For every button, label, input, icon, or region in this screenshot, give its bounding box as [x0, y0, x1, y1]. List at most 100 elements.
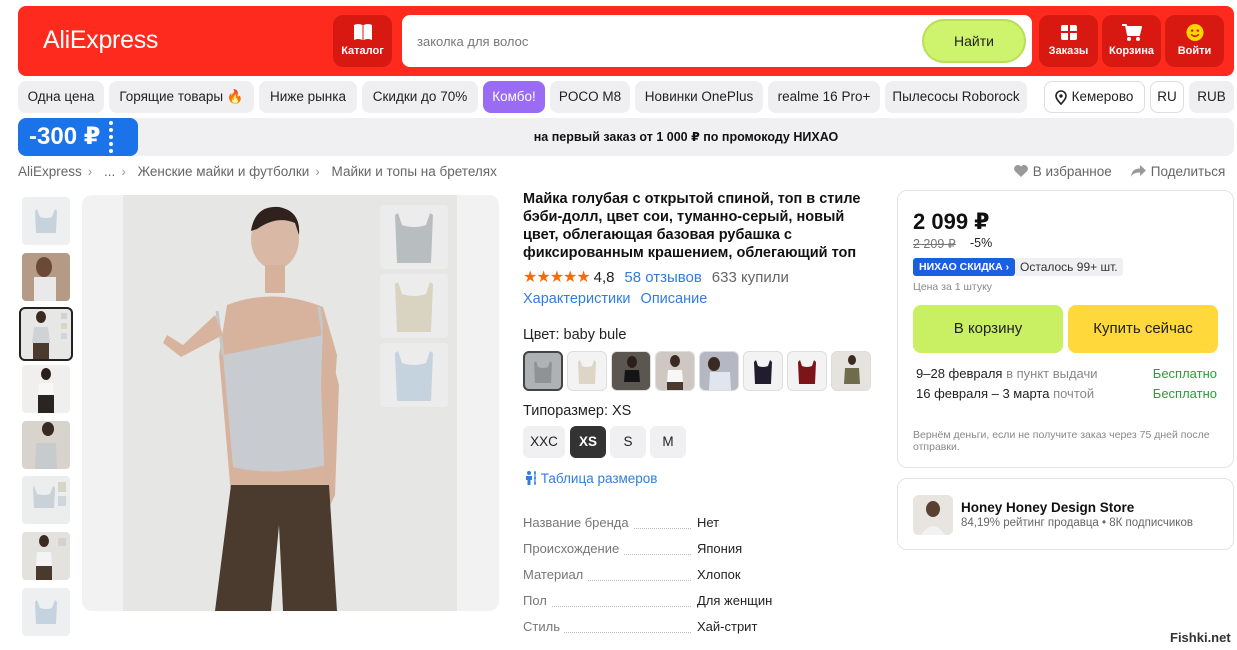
color-swatch[interactable]	[567, 351, 607, 391]
city-label: Кемерово	[1071, 89, 1134, 104]
chip-one-price[interactable]: Одна цена	[18, 81, 104, 113]
spec-value: Для женщин	[697, 593, 773, 608]
color-swatch[interactable]	[611, 351, 651, 391]
delivery-pickup-dates: 9–28 февраля	[916, 366, 1003, 381]
color-swatch[interactable]	[655, 351, 695, 391]
delivery-pickup: 9–28 февраля в пункт выдачи	[916, 366, 1098, 381]
delivery-pickup-price: Бесплатно	[1152, 366, 1217, 381]
store-avatar[interactable]	[913, 495, 953, 535]
promo-badge: -300 ₽	[18, 118, 138, 156]
size-option[interactable]: XXC	[523, 426, 565, 458]
size-option[interactable]: M	[650, 426, 686, 458]
gallery-thumbnail[interactable]	[22, 532, 70, 580]
favorite-button[interactable]: В избранное	[1013, 164, 1112, 179]
promo-text: на первый заказ от 1 000 ₽ по промокоду …	[533, 130, 839, 144]
book-icon	[353, 24, 372, 40]
product-title: Майка голубая с открытой спиной, топ в с…	[523, 191, 861, 261]
discount-percent: -5%	[970, 236, 993, 250]
size-table-label: Таблица размеров	[540, 471, 658, 486]
breadcrumb: AliExpress › ... › Женские майки и футболк…	[18, 164, 503, 179]
price-card: 2 099 ₽ 2 209 ₽ -5% НИХАО СКИДКА › Остал…	[897, 190, 1234, 468]
color-swatch[interactable]	[699, 351, 739, 391]
promo-banner[interactable]: -300 ₽ на первый заказ от 1 000 ₽ по про…	[18, 118, 1234, 156]
chevron-right-icon: ›	[315, 164, 320, 179]
color-preview-blue[interactable]	[380, 343, 448, 407]
delivery-post-price: Бесплатно	[1152, 386, 1217, 401]
spec-row: Стиль Хай-стрит	[523, 619, 863, 637]
chevron-right-icon: ›	[121, 164, 126, 179]
smile-icon	[1185, 23, 1204, 42]
store-card[interactable]: Honey Honey Design Store 84,19% рейтинг …	[897, 478, 1234, 550]
chip-hot-deals[interactable]: Горящие товары 🔥	[109, 81, 254, 113]
breadcrumb-item[interactable]: Женские майки и футболки	[138, 164, 310, 179]
store-name[interactable]: Honey Honey Design Store	[961, 500, 1134, 515]
breadcrumb-item[interactable]: ...	[104, 164, 115, 179]
spec-key: Происхождение	[523, 541, 624, 556]
catalog-button[interactable]: Каталог	[333, 15, 392, 67]
search-button[interactable]: Найти	[922, 19, 1026, 63]
size-option-selected[interactable]: XS	[570, 426, 606, 458]
nihao-discount-badge[interactable]: НИХАО СКИДКА ›	[913, 258, 1016, 276]
chip-poco[interactable]: POCO M8	[550, 81, 630, 113]
color-swatch[interactable]	[787, 351, 827, 391]
cart-button[interactable]: Корзина	[1102, 15, 1161, 67]
gallery-thumbnail[interactable]	[22, 421, 70, 469]
delivery-post: 16 февраля – 3 марта почтой	[916, 386, 1094, 401]
color-preview-soy[interactable]	[380, 274, 448, 338]
location-pin-icon	[1055, 90, 1067, 105]
old-price: 2 209 ₽	[913, 237, 956, 251]
currency-selector[interactable]: RUB	[1189, 81, 1234, 113]
current-price: 2 099 ₽	[913, 209, 990, 234]
login-button[interactable]: Войти	[1165, 15, 1224, 67]
product-gallery[interactable]	[82, 195, 499, 611]
gallery-thumbnail[interactable]	[22, 253, 70, 301]
header-bar: AliExpress Каталог Найти Заказы Корзина …	[18, 6, 1234, 76]
tab-description[interactable]: Описание	[641, 291, 708, 307]
chip-roborock[interactable]: Пылесосы Roborock	[885, 81, 1027, 113]
orders-button[interactable]: Заказы	[1039, 15, 1098, 67]
chip-oneplus[interactable]: Новинки OnePlus	[635, 81, 763, 113]
store-meta: 84,19% рейтинг продавца • 8К подписчиков	[961, 517, 1193, 529]
size-table-link[interactable]: Таблица размеров	[523, 470, 657, 486]
gallery-thumbnail[interactable]	[22, 197, 70, 245]
size-label: Типоразмер: XS	[523, 403, 632, 419]
spec-value: Хлопок	[697, 567, 741, 582]
search-input[interactable]	[402, 15, 912, 67]
spec-key: Стиль	[523, 619, 564, 634]
chip-combo[interactable]: Комбо!	[483, 81, 545, 113]
chip-discounts[interactable]: Скидки до 70%	[362, 81, 478, 113]
breadcrumb-item[interactable]: AliExpress	[18, 164, 82, 179]
cart-label: Корзина	[1109, 45, 1154, 57]
chip-realme[interactable]: realme 16 Pro+	[768, 81, 880, 113]
rating-row: ★★★★★ 4,8 58 отзывов 633 купили	[523, 267, 789, 287]
spec-value: Япония	[697, 541, 743, 556]
spec-value: Хай-стрит	[697, 619, 758, 634]
chip-below-market[interactable]: Ниже рынка	[259, 81, 357, 113]
gallery-thumbnail[interactable]	[22, 476, 70, 524]
color-swatch[interactable]	[831, 351, 871, 391]
search-box: Найти	[402, 15, 1032, 67]
orders-label: Заказы	[1048, 45, 1089, 57]
gallery-thumbnail[interactable]	[22, 588, 70, 636]
login-label: Войти	[1177, 45, 1212, 57]
add-to-cart-button[interactable]: В корзину	[913, 305, 1063, 353]
aliexpress-logo[interactable]: AliExpress	[43, 26, 158, 55]
share-button[interactable]: Поделиться	[1130, 164, 1225, 179]
box-icon	[1060, 25, 1077, 40]
color-preview-grey[interactable]	[380, 205, 448, 269]
tab-specifications[interactable]: Характеристики	[523, 291, 631, 307]
gallery-thumbnail[interactable]	[22, 365, 70, 413]
size-option[interactable]: S	[610, 426, 646, 458]
spec-key: Название бренда	[523, 515, 633, 530]
reviews-link[interactable]: 58 отзывов	[624, 269, 702, 286]
rating-value: 4,8	[593, 269, 615, 286]
language-selector[interactable]: RU	[1150, 81, 1184, 113]
color-swatch[interactable]	[743, 351, 783, 391]
gallery-thumbnail-selected[interactable]	[19, 307, 73, 361]
buy-now-button[interactable]: Купить сейчас	[1068, 305, 1218, 353]
city-selector[interactable]: Кемерово	[1044, 81, 1145, 113]
color-swatch-selected[interactable]	[523, 351, 563, 391]
spec-row: Пол Для женщин	[523, 593, 863, 611]
breadcrumb-item[interactable]: Майки и топы на бретелях	[332, 164, 497, 179]
spec-row: Происхождение Япония	[523, 541, 863, 559]
